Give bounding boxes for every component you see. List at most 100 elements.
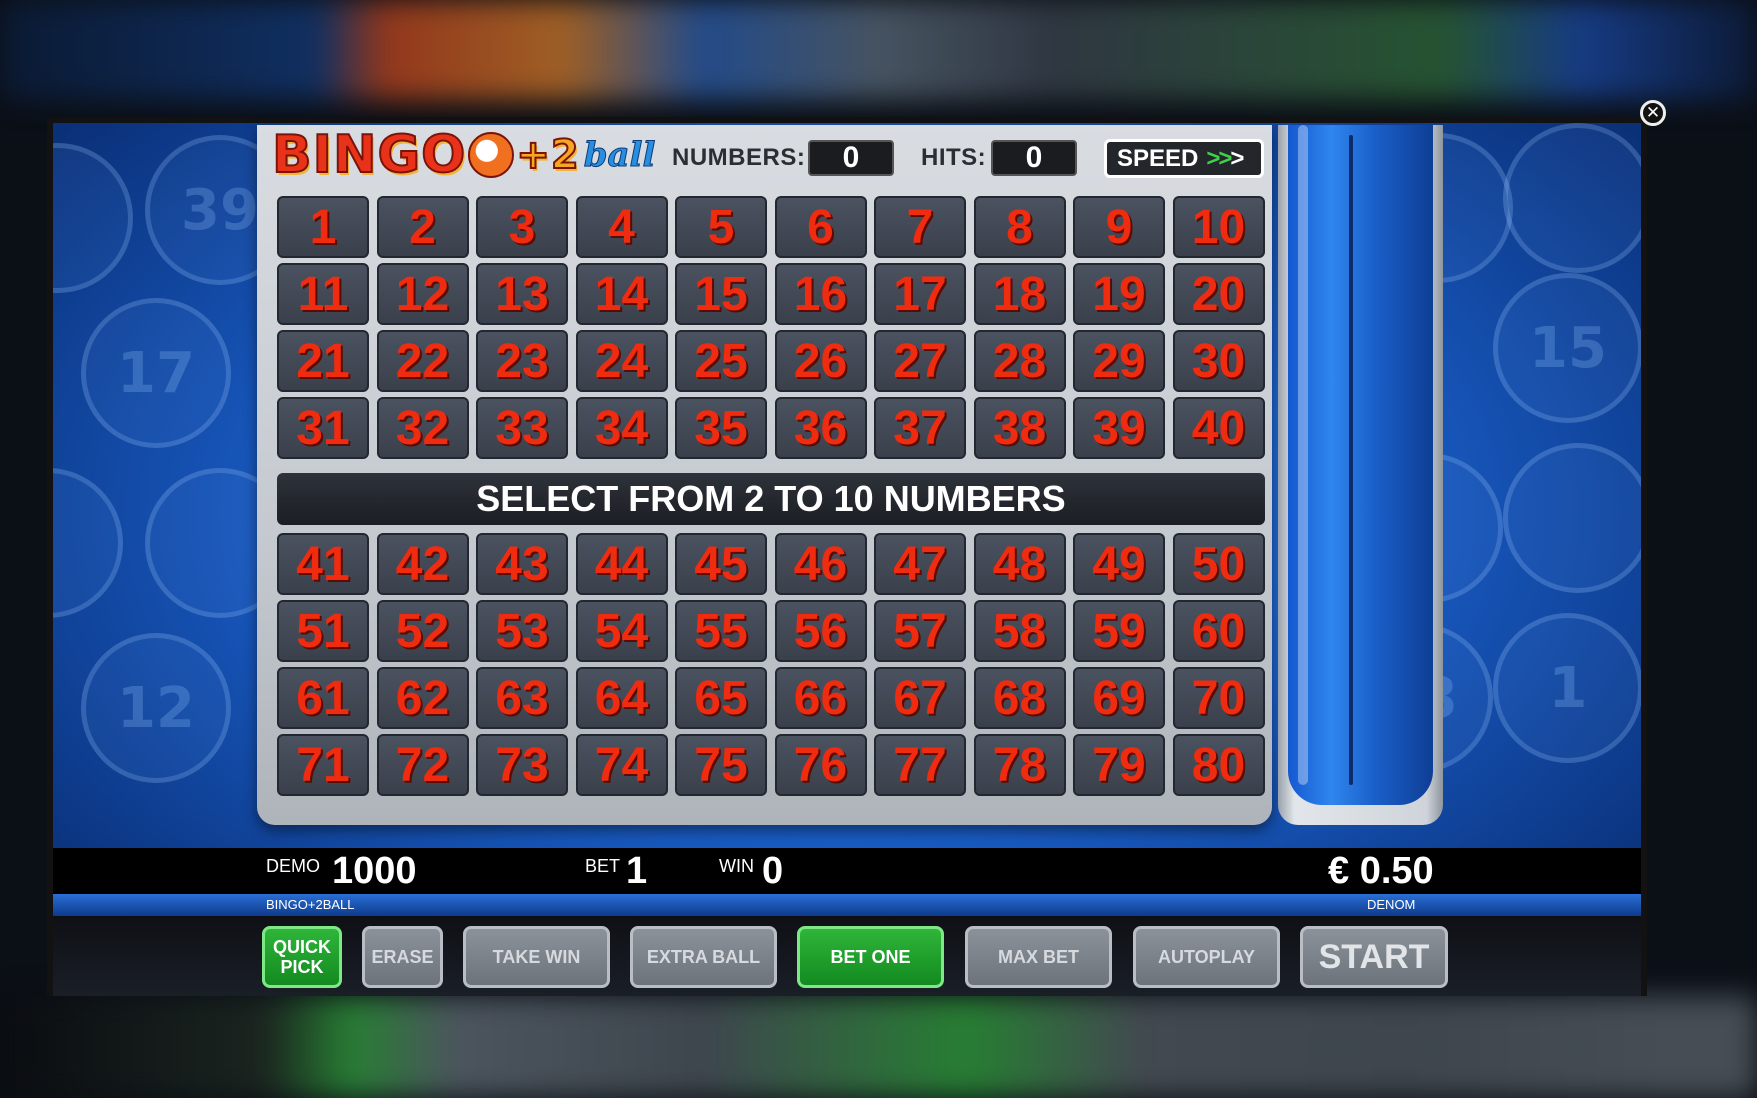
quick-pick-button[interactable]: QUICK PICK xyxy=(262,926,342,988)
number-cell[interactable]: 53 xyxy=(476,600,568,662)
number-cell[interactable]: 23 xyxy=(476,330,568,392)
number-cell[interactable]: 49 xyxy=(1073,533,1165,595)
close-button[interactable]: ✕ xyxy=(1640,100,1666,126)
extra-ball-button[interactable]: EXTRA BALL xyxy=(630,926,777,988)
number-cell[interactable]: 55 xyxy=(675,600,767,662)
number-cell[interactable]: 1 xyxy=(277,196,369,258)
number-cell[interactable]: 73 xyxy=(476,734,568,796)
logo-ball-text: ball xyxy=(583,135,656,176)
number-cell[interactable]: 3 xyxy=(476,196,568,258)
number-cell[interactable]: 28 xyxy=(973,330,1066,392)
number-cell[interactable]: 38 xyxy=(973,397,1066,459)
number-cell[interactable]: 17 xyxy=(874,263,966,325)
number-cell[interactable]: 67 xyxy=(874,667,966,729)
number-cell[interactable]: 70 xyxy=(1172,667,1265,729)
number-cell[interactable]: 43 xyxy=(476,533,568,595)
number-cell[interactable]: 63 xyxy=(476,667,568,729)
instruction-banner: SELECT FROM 2 TO 10 NUMBERS xyxy=(277,473,1265,525)
number-cell[interactable]: 11 xyxy=(277,263,369,325)
number-cell[interactable]: 34 xyxy=(575,397,668,459)
ball-tube-divider xyxy=(1349,135,1353,785)
number-cell[interactable]: 5 xyxy=(675,196,767,258)
number-cell[interactable]: 58 xyxy=(973,600,1066,662)
number-cell[interactable]: 42 xyxy=(376,533,469,595)
number-cell[interactable]: 79 xyxy=(1073,734,1165,796)
number-cell[interactable]: 20 xyxy=(1172,263,1265,325)
number-cell[interactable]: 22 xyxy=(376,330,469,392)
number-cell[interactable]: 54 xyxy=(575,600,668,662)
number-cell[interactable]: 7 xyxy=(874,196,966,258)
number-cell[interactable]: 78 xyxy=(973,734,1066,796)
number-cell[interactable]: 68 xyxy=(973,667,1066,729)
number-cell[interactable]: 33 xyxy=(476,397,568,459)
number-cell[interactable]: 56 xyxy=(774,600,867,662)
number-cell[interactable]: 31 xyxy=(277,397,369,459)
number-cell[interactable]: 74 xyxy=(575,734,668,796)
number-cell[interactable]: 57 xyxy=(874,600,966,662)
background-ball xyxy=(53,143,133,293)
number-cell[interactable]: 77 xyxy=(874,734,966,796)
number-cell[interactable]: 24 xyxy=(575,330,668,392)
number-cell[interactable]: 25 xyxy=(675,330,767,392)
number-cell[interactable]: 32 xyxy=(376,397,469,459)
number-cell[interactable]: 39 xyxy=(1073,397,1165,459)
number-cell[interactable]: 76 xyxy=(774,734,867,796)
number-cell[interactable]: 50 xyxy=(1172,533,1265,595)
number-cell[interactable]: 62 xyxy=(376,667,469,729)
number-cell[interactable]: 14 xyxy=(575,263,668,325)
number-cell[interactable]: 29 xyxy=(1073,330,1165,392)
number-cell[interactable]: 72 xyxy=(376,734,469,796)
number-cell[interactable]: 12 xyxy=(376,263,469,325)
number-cell[interactable]: 48 xyxy=(973,533,1066,595)
number-cell[interactable]: 52 xyxy=(376,600,469,662)
number-cell[interactable]: 65 xyxy=(675,667,767,729)
number-cell[interactable]: 61 xyxy=(277,667,369,729)
number-cell[interactable]: 41 xyxy=(277,533,369,595)
erase-button[interactable]: ERASE xyxy=(362,926,443,988)
max-bet-button[interactable]: MAX BET xyxy=(965,926,1112,988)
number-cell[interactable]: 36 xyxy=(774,397,867,459)
number-cell[interactable]: 69 xyxy=(1073,667,1165,729)
number-cell[interactable]: 19 xyxy=(1073,263,1165,325)
speed-arrow-icon: > xyxy=(1230,144,1245,172)
number-cell[interactable]: 9 xyxy=(1073,196,1165,258)
number-cell[interactable]: 71 xyxy=(277,734,369,796)
background-ball: 1 xyxy=(1493,613,1641,763)
number-cell[interactable]: 51 xyxy=(277,600,369,662)
number-cell[interactable]: 66 xyxy=(774,667,867,729)
number-cell[interactable]: 60 xyxy=(1172,600,1265,662)
autoplay-button[interactable]: AUTOPLAY xyxy=(1133,926,1280,988)
number-cell[interactable]: 27 xyxy=(874,330,966,392)
background-ball xyxy=(1503,123,1641,273)
take-win-button[interactable]: TAKE WIN xyxy=(463,926,610,988)
number-cell[interactable]: 8 xyxy=(973,196,1066,258)
number-cell[interactable]: 47 xyxy=(874,533,966,595)
game-logo: BINGO +2 ball xyxy=(271,124,656,186)
bet-one-button[interactable]: BET ONE xyxy=(797,926,944,988)
number-cell[interactable]: 64 xyxy=(575,667,668,729)
number-cell[interactable]: 59 xyxy=(1073,600,1165,662)
number-cell[interactable]: 13 xyxy=(476,263,568,325)
number-cell[interactable]: 44 xyxy=(575,533,668,595)
number-cell[interactable]: 4 xyxy=(575,196,668,258)
number-grid-bottom: 41 42 43 44 45 46 47 48 49 50 51 52 53 54 55 56 57 58 59 60… xyxy=(277,533,1265,796)
number-cell[interactable]: 16 xyxy=(774,263,867,325)
number-cell[interactable]: 26 xyxy=(774,330,867,392)
start-button[interactable]: START xyxy=(1300,926,1448,988)
number-cell[interactable]: 80 xyxy=(1172,734,1265,796)
number-cell[interactable]: 6 xyxy=(774,196,867,258)
speed-button[interactable]: SPEED >>> xyxy=(1104,139,1264,178)
number-cell[interactable]: 46 xyxy=(774,533,867,595)
number-cell[interactable]: 75 xyxy=(675,734,767,796)
number-cell[interactable]: 35 xyxy=(675,397,767,459)
number-cell[interactable]: 45 xyxy=(675,533,767,595)
number-cell[interactable]: 10 xyxy=(1172,196,1265,258)
number-cell[interactable]: 21 xyxy=(277,330,369,392)
number-cell[interactable]: 18 xyxy=(973,263,1066,325)
number-cell[interactable]: 37 xyxy=(874,397,966,459)
number-cell[interactable]: 30 xyxy=(1172,330,1265,392)
number-cell[interactable]: 15 xyxy=(675,263,767,325)
logo-ball-icon xyxy=(468,132,515,178)
number-cell[interactable]: 2 xyxy=(376,196,469,258)
number-cell[interactable]: 40 xyxy=(1172,397,1265,459)
